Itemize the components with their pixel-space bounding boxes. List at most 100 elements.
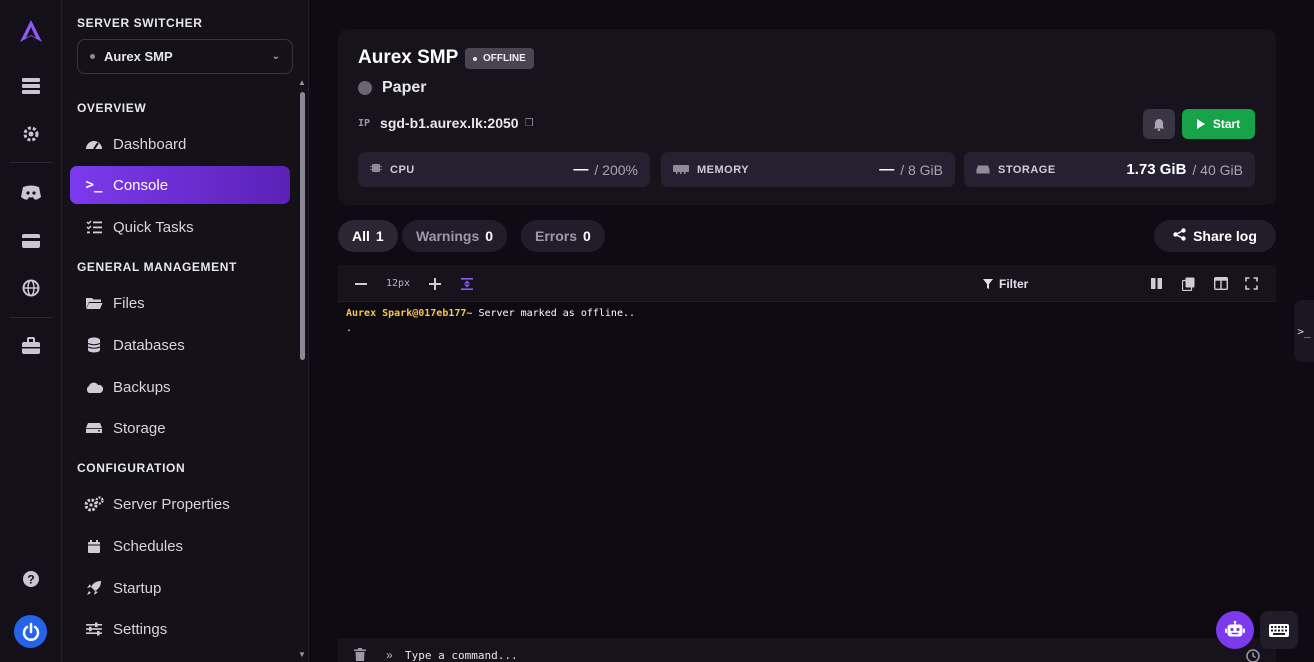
rail-divider <box>10 162 52 163</box>
billing-card-icon[interactable] <box>0 223 62 259</box>
folder-icon <box>83 296 105 310</box>
share-icon <box>1173 228 1186 244</box>
sidebar-item-label: Quick Tasks <box>113 218 194 236</box>
sidebar-item-label: Startup <box>113 579 162 597</box>
tab-label: Warnings <box>416 228 480 244</box>
play-icon <box>1196 119 1205 129</box>
command-bar: » <box>338 638 1276 662</box>
icon-rail: ? <box>0 0 62 662</box>
share-log-button[interactable]: Share log <box>1154 220 1276 252</box>
database-icon <box>83 337 105 353</box>
server-software: Paper <box>358 79 426 97</box>
discord-icon[interactable] <box>0 175 62 211</box>
paper-software-icon <box>358 81 372 95</box>
decrease-font-icon[interactable] <box>354 265 368 302</box>
server-switcher-title: SERVER SWITCHER <box>77 16 203 30</box>
server-address: IP sgd-b1.aurex.lk:2050 ❐ <box>358 115 534 131</box>
tab-count: 1 <box>375 228 384 244</box>
hard-drive-icon <box>83 422 105 434</box>
sidebar-item-label: Files <box>113 294 145 312</box>
cpu-label: CPU <box>390 163 415 176</box>
toolbox-icon[interactable] <box>0 328 62 364</box>
share-label: Share log <box>1193 228 1257 244</box>
sidebar-item-files[interactable]: Files <box>70 284 290 322</box>
status-text: OFFLINE <box>483 53 526 64</box>
sidebar-item-backups[interactable]: Backups <box>70 368 290 406</box>
sidebar-item-console[interactable]: >_ Console <box>70 166 290 204</box>
sidebar-item-label: Settings <box>113 620 168 638</box>
sidebar-item-label: Server Properties <box>113 495 230 513</box>
sliders-icon <box>83 622 105 636</box>
sidebar-item-server-properties[interactable]: Server Properties <box>70 485 290 523</box>
selected-server-name: Aurex SMP <box>104 49 173 64</box>
section-overview-title: OVERVIEW <box>77 101 147 115</box>
fullscreen-icon[interactable] <box>1245 265 1258 302</box>
power-icon[interactable] <box>14 615 47 648</box>
help-icon[interactable]: ? <box>0 561 62 597</box>
ip-address[interactable]: sgd-b1.aurex.lk:2050 <box>380 115 519 131</box>
tab-all[interactable]: All 1 <box>338 220 398 252</box>
pause-icon[interactable] <box>1150 265 1163 302</box>
cpu-max: / 200% <box>594 161 638 178</box>
sidebar-item-schedules[interactable]: Schedules <box>70 527 290 565</box>
sidebar-item-storage[interactable]: Storage <box>70 409 290 447</box>
software-name: Paper <box>382 79 427 96</box>
double-chevron-right-icon: » <box>386 648 393 662</box>
app-logo-icon[interactable] <box>0 13 62 49</box>
sidebar-item-label: Console <box>113 176 169 194</box>
terminal-icon: >_ <box>1297 324 1311 338</box>
cloud-icon <box>83 381 105 394</box>
sidebar-item-settings[interactable]: Settings <box>70 610 290 648</box>
sidebar-item-label: Backups <box>113 378 171 396</box>
tab-count: 0 <box>485 228 494 244</box>
keyboard-icon[interactable] <box>1260 611 1298 649</box>
console-side-toggle[interactable]: >_ <box>1294 300 1314 362</box>
sidebar-item-label: Databases <box>113 336 185 354</box>
gear-icon[interactable] <box>0 116 62 152</box>
copy-log-icon[interactable] <box>1182 265 1195 302</box>
status-dot <box>473 56 477 61</box>
scroll-up-arrow[interactable]: ▲ <box>298 78 306 87</box>
tab-label: Errors <box>535 228 578 244</box>
ai-assistant-robot-icon[interactable] <box>1216 611 1254 649</box>
filter-icon <box>983 278 993 289</box>
console-line: Aurex Spark@017eb177~ Server marked as o… <box>346 308 635 319</box>
sidebar-item-dashboard[interactable]: Dashboard <box>70 125 290 163</box>
tab-errors[interactable]: Errors 0 <box>521 220 605 252</box>
line-height-icon[interactable] <box>460 265 474 302</box>
filter-button[interactable]: Filter <box>983 265 1028 302</box>
sidebar-item-quick-tasks[interactable]: Quick Tasks <box>70 208 290 246</box>
server-switcher-dropdown[interactable]: Aurex SMP ⌄ <box>77 39 293 74</box>
section-configuration-title: CONFIGURATION <box>77 461 186 475</box>
storage-max: / 40 GiB <box>1192 161 1243 178</box>
start-label: Start <box>1212 117 1241 131</box>
globe-icon[interactable] <box>0 270 62 306</box>
servers-icon[interactable] <box>0 68 62 104</box>
cpu-stat: CPU — / 200% <box>358 152 650 187</box>
tab-label: All <box>352 228 370 244</box>
sidebar-scrollbar[interactable] <box>300 92 305 360</box>
scroll-down-arrow[interactable]: ▼ <box>298 650 306 659</box>
start-button[interactable]: Start <box>1182 109 1255 139</box>
split-view-icon[interactable] <box>1214 265 1228 302</box>
status-badge: OFFLINE <box>465 48 534 69</box>
tab-warnings[interactable]: Warnings 0 <box>402 220 508 252</box>
storage-stat: STORAGE 1.73 GiB / 40 GiB <box>964 152 1255 187</box>
section-general-title: GENERAL MANAGEMENT <box>77 260 237 274</box>
server-info-card: Aurex SMP OFFLINE Paper IP sgd-b1.aurex.… <box>338 29 1276 205</box>
console-text: . <box>346 323 353 334</box>
copy-icon[interactable]: ❐ <box>525 118 534 129</box>
sidebar-item-databases[interactable]: Databases <box>70 326 290 364</box>
tab-count: 0 <box>583 228 591 244</box>
sidebar-item-label: Storage <box>113 419 166 437</box>
increase-font-icon[interactable] <box>428 265 442 302</box>
storage-value: 1.73 GiB <box>1126 161 1187 178</box>
cogs-icon <box>83 496 105 512</box>
trash-icon[interactable] <box>354 648 366 662</box>
console-prompt: Aurex Spark@017eb177~ <box>346 308 473 319</box>
command-input[interactable] <box>405 649 1105 662</box>
sidebar-item-startup[interactable]: Startup <box>70 569 290 607</box>
history-clock-icon[interactable] <box>1246 649 1260 662</box>
task-list-icon <box>83 220 105 234</box>
notifications-bell-icon[interactable] <box>1143 109 1175 139</box>
